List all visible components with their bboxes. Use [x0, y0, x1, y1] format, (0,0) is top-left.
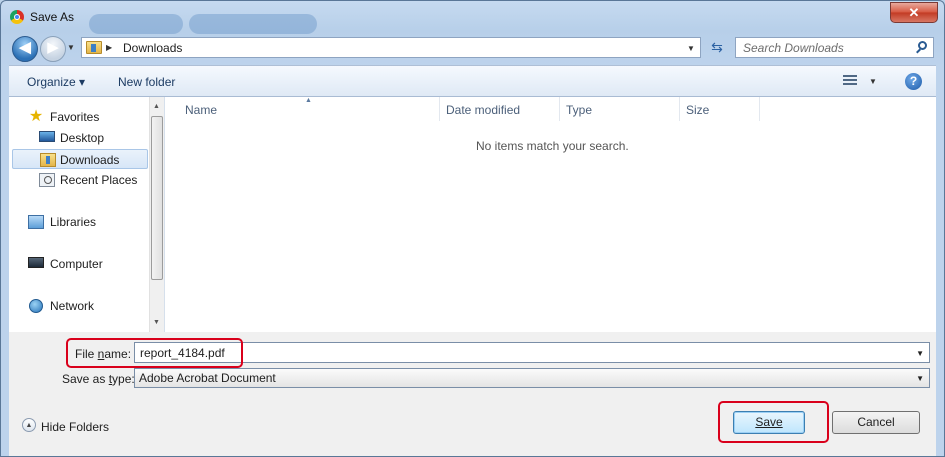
window-title: Save As [30, 10, 75, 24]
navigation-scrollbar[interactable]: ▲ ▼ [149, 97, 164, 332]
views-icon[interactable] [843, 75, 857, 87]
recent-locations-dropdown[interactable]: ▼ [67, 43, 75, 52]
breadcrumb-chevron-icon[interactable]: ▶ [106, 43, 112, 52]
cancel-button[interactable]: Cancel [832, 411, 920, 434]
sidebar-item-favorites[interactable]: ★ Favorites [9, 107, 148, 127]
sidebar-item-recent-places[interactable]: Recent Places [9, 170, 148, 190]
hide-folders-button[interactable]: Hide Folders [41, 420, 109, 434]
background-tab [189, 14, 317, 34]
column-divider[interactable] [679, 97, 680, 121]
save-as-type-select[interactable]: Adobe Acrobat Document ▼ [134, 368, 930, 388]
column-header-type[interactable]: Type [566, 103, 592, 117]
desktop-icon [39, 131, 55, 142]
search-icon[interactable] [918, 41, 927, 50]
downloads-folder-icon [40, 153, 56, 167]
recent-places-icon [39, 173, 55, 187]
title-bar: Save As ✕ [1, 1, 944, 34]
sidebar-item-label: Favorites [50, 110, 100, 124]
column-header-size[interactable]: Size [686, 103, 709, 117]
back-button[interactable]: ◀ [12, 36, 38, 62]
sidebar-item-network[interactable]: Network [9, 296, 148, 316]
chrome-icon [10, 10, 24, 24]
file-name-highlight [66, 338, 243, 368]
downloads-folder-icon [86, 41, 102, 54]
sidebar-item-label: Desktop [60, 131, 105, 145]
save-as-type-value[interactable]: Adobe Acrobat Document [139, 371, 276, 385]
sidebar-item-label: Libraries [50, 215, 97, 229]
sidebar-item-label: Recent Places [60, 173, 138, 187]
sidebar-item-desktop[interactable]: Desktop [9, 128, 148, 148]
search-input[interactable]: Search Downloads [743, 41, 844, 55]
navigation-pane: ★ Favorites Desktop Downloads Recent Pla… [9, 97, 165, 332]
refresh-icon[interactable]: ⇆ [704, 37, 730, 58]
column-divider[interactable] [559, 97, 560, 121]
collapse-icon[interactable]: ▲ [22, 418, 36, 432]
sidebar-item-label: Network [50, 299, 95, 313]
column-header-date-modified[interactable]: Date modified [446, 103, 520, 117]
new-folder-button[interactable]: New folder [118, 75, 175, 89]
sidebar-item-downloads[interactable]: Downloads [12, 149, 148, 169]
network-icon [29, 299, 43, 313]
forward-button[interactable]: ▶ [40, 36, 66, 62]
address-location[interactable]: Downloads [123, 41, 182, 55]
file-list[interactable]: Name ▲ Date modified Type Size No items … [165, 97, 936, 332]
file-name-input[interactable]: report_4184.pdf ▼ [134, 342, 930, 363]
sidebar-item-computer[interactable]: Computer [9, 254, 148, 274]
computer-icon [28, 257, 44, 268]
scroll-down-icon[interactable]: ▼ [153, 319, 160, 326]
column-header-name[interactable]: Name [185, 103, 217, 117]
views-dropdown-icon[interactable]: ▼ [869, 77, 877, 86]
scroll-up-icon[interactable]: ▲ [153, 103, 160, 110]
help-icon[interactable]: ? [905, 73, 922, 90]
sidebar-item-label: Computer [50, 257, 103, 271]
command-bar: Organize ▾ New folder ▼ ? [9, 65, 936, 97]
column-divider[interactable] [759, 97, 760, 121]
column-divider[interactable] [439, 97, 440, 121]
background-tab [89, 14, 183, 34]
sort-ascending-icon: ▲ [305, 97, 312, 104]
address-bar[interactable]: ▶ Downloads ▼ [81, 37, 701, 58]
close-button[interactable]: ✕ [890, 2, 938, 23]
sidebar-item-label: Downloads [60, 153, 120, 167]
libraries-icon [28, 215, 44, 229]
empty-message: No items match your search. [476, 139, 629, 153]
star-icon: ★ [28, 108, 44, 125]
save-options-panel: File name: report_4184.pdf ▼ Save as typ… [9, 332, 936, 456]
save-as-type-label: Save as type: [62, 372, 135, 386]
organize-button[interactable]: Organize ▾ [27, 75, 85, 89]
save-as-dialog: Save As ✕ ◀ ▶ ▼ ▶ Downloads ▼ ⇆ Search D… [0, 0, 945, 457]
scrollbar-thumb[interactable] [151, 116, 163, 280]
save-as-type-dropdown-icon[interactable]: ▼ [916, 374, 924, 383]
sidebar-item-libraries[interactable]: Libraries [9, 212, 148, 232]
file-name-dropdown-icon[interactable]: ▼ [916, 349, 924, 358]
search-box[interactable]: Search Downloads [735, 37, 934, 58]
save-button[interactable]: Save [733, 411, 805, 434]
address-dropdown-icon[interactable]: ▼ [687, 44, 695, 53]
